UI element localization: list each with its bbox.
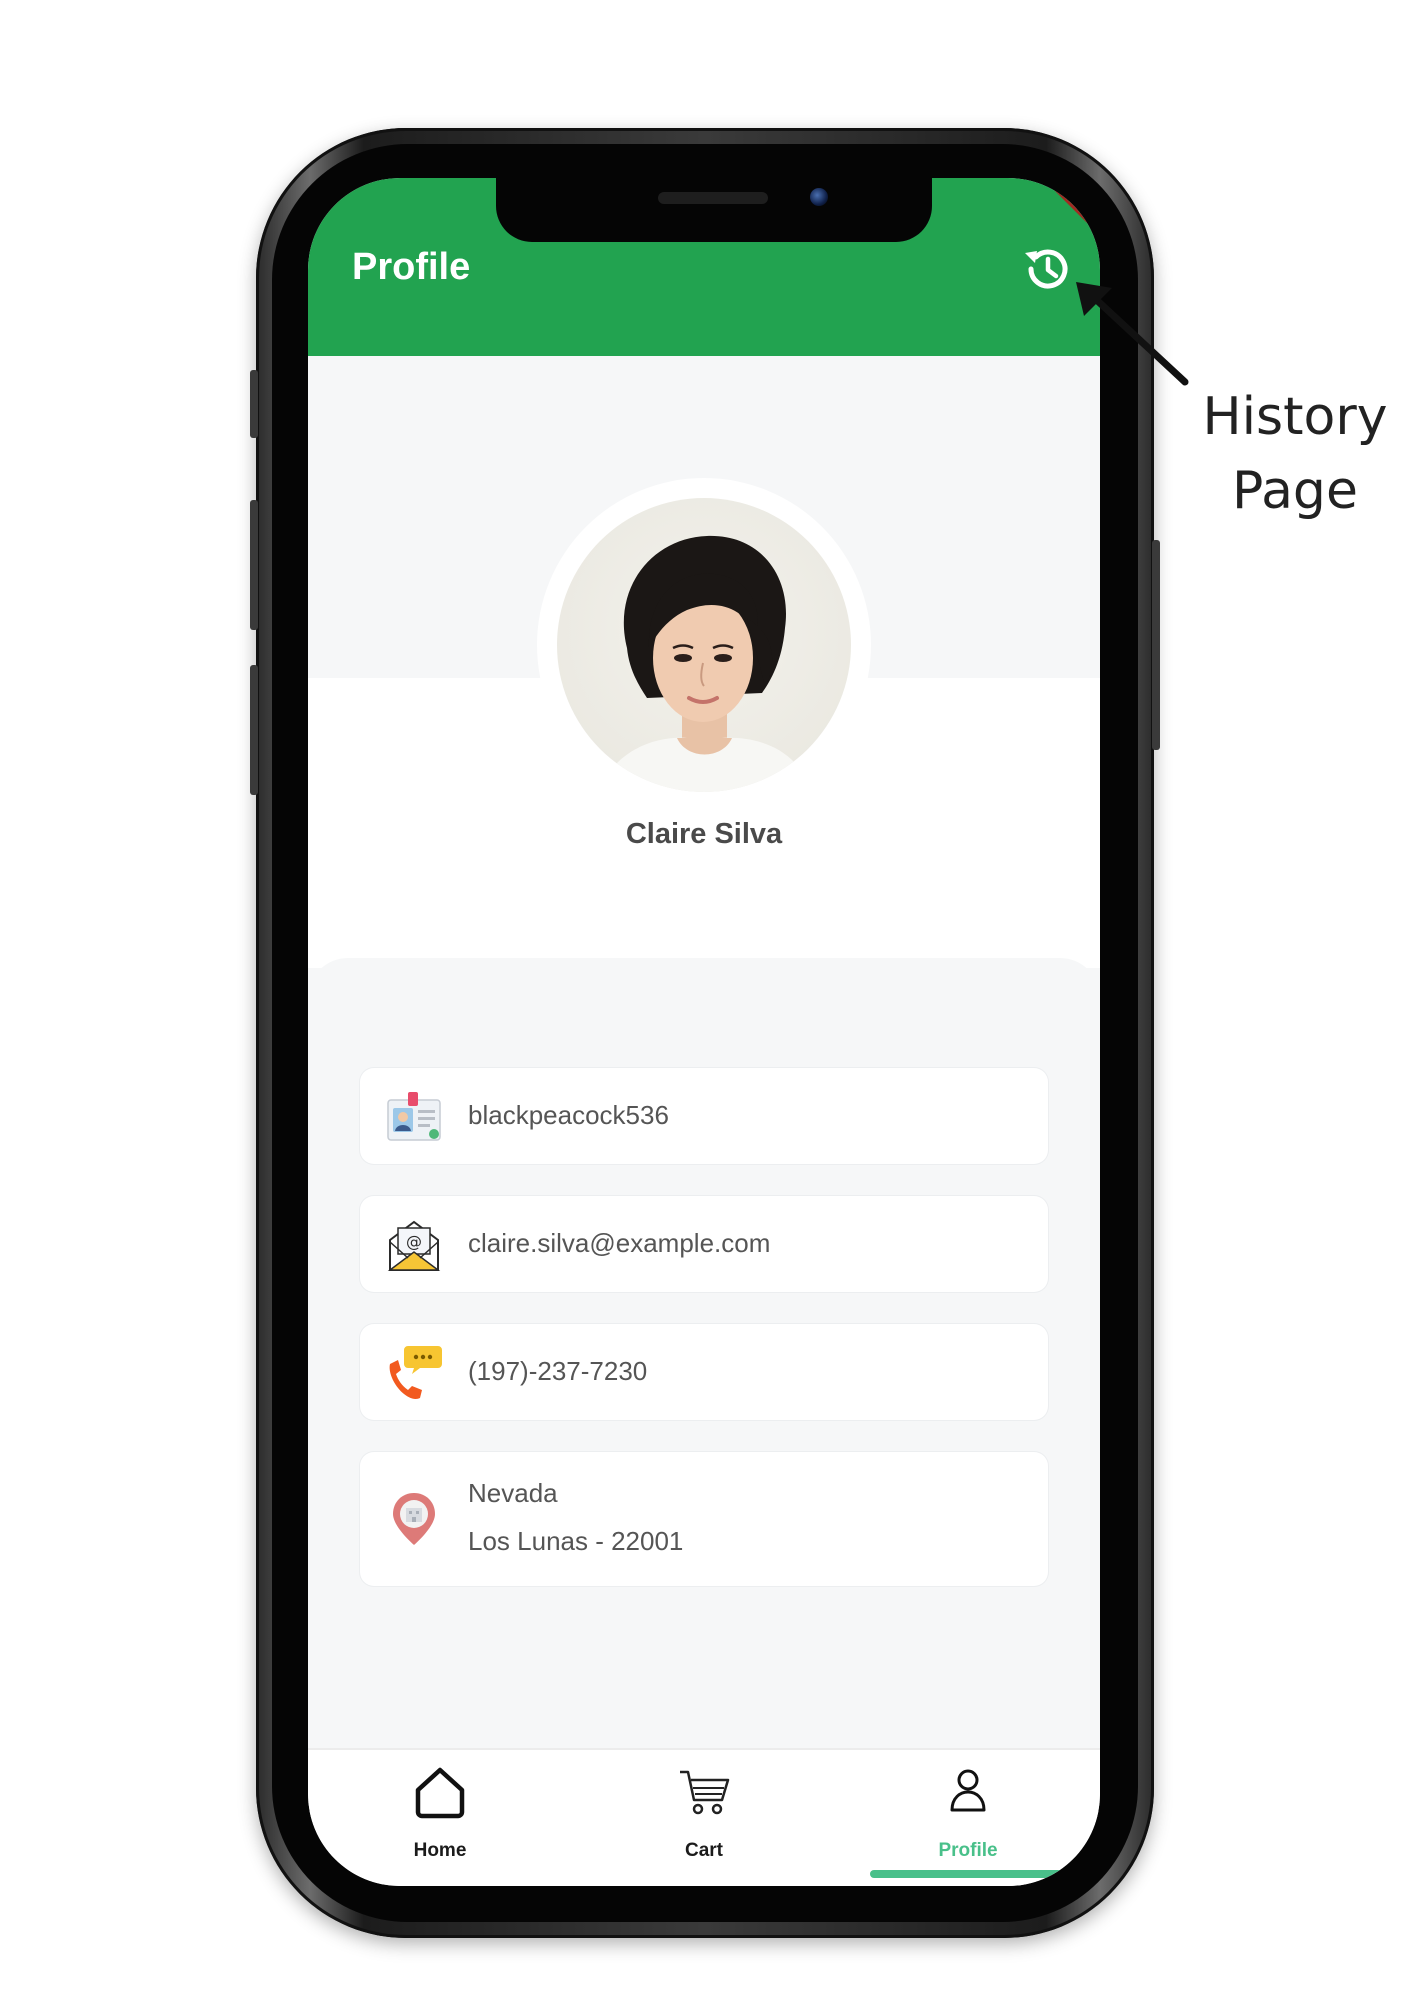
id-card-icon	[384, 1086, 444, 1146]
annotation-line-1: History	[1202, 387, 1388, 447]
front-camera	[810, 188, 828, 206]
nav-item-profile[interactable]: Profile	[836, 1750, 1100, 1870]
power-button	[1152, 540, 1160, 750]
volume-down-button	[250, 665, 258, 795]
phone-card[interactable]: (197)-237-7230	[360, 1324, 1048, 1420]
cart-icon	[680, 1770, 730, 1815]
address-city-text: Los Lunas - 22001	[468, 1526, 684, 1556]
svg-text:@: @	[406, 1232, 422, 1251]
phone-screen: Profile DEBU Claire Silva blackpeacock53…	[308, 178, 1100, 1886]
bottom-navigation: Home Cart Profile	[308, 1748, 1100, 1886]
volume-up-button	[250, 500, 258, 630]
avatar[interactable]	[557, 498, 851, 792]
history-page-annotation: History Page	[1190, 380, 1400, 528]
username-card[interactable]: blackpeacock536	[360, 1068, 1048, 1164]
annotation-arrow	[1076, 282, 1189, 386]
email-card[interactable]: @ claire.silva@example.com	[360, 1196, 1048, 1292]
silent-switch	[250, 370, 258, 438]
phone-text: (197)-237-7230	[468, 1356, 648, 1386]
user-icon	[950, 1769, 986, 1812]
email-text: claire.silva@example.com	[468, 1228, 771, 1258]
home-icon	[415, 1767, 465, 1819]
page-title: Profile	[352, 246, 471, 288]
annotation-line-2: Page	[1232, 461, 1358, 521]
profile-name: Claire Silva	[625, 818, 783, 850]
nav-item-home[interactable]: Home	[308, 1750, 572, 1870]
phone-chat-icon	[384, 1342, 444, 1402]
location-pin-icon	[384, 1489, 444, 1549]
nav-label-profile: Profile	[938, 1840, 998, 1861]
email-envelope-icon: @	[384, 1214, 444, 1274]
nav-item-cart[interactable]: Cart	[572, 1750, 836, 1870]
nav-label-home: Home	[413, 1840, 467, 1861]
avatar-portrait	[597, 535, 812, 792]
active-tab-indicator	[870, 1870, 1070, 1878]
address-card[interactable]: Nevada Los Lunas - 22001	[360, 1452, 1048, 1586]
notch	[496, 178, 932, 242]
username-text: blackpeacock536	[468, 1100, 669, 1130]
address-state-text: Nevada	[468, 1478, 558, 1508]
nav-label-cart: Cart	[684, 1840, 723, 1861]
earpiece-speaker	[658, 192, 768, 204]
